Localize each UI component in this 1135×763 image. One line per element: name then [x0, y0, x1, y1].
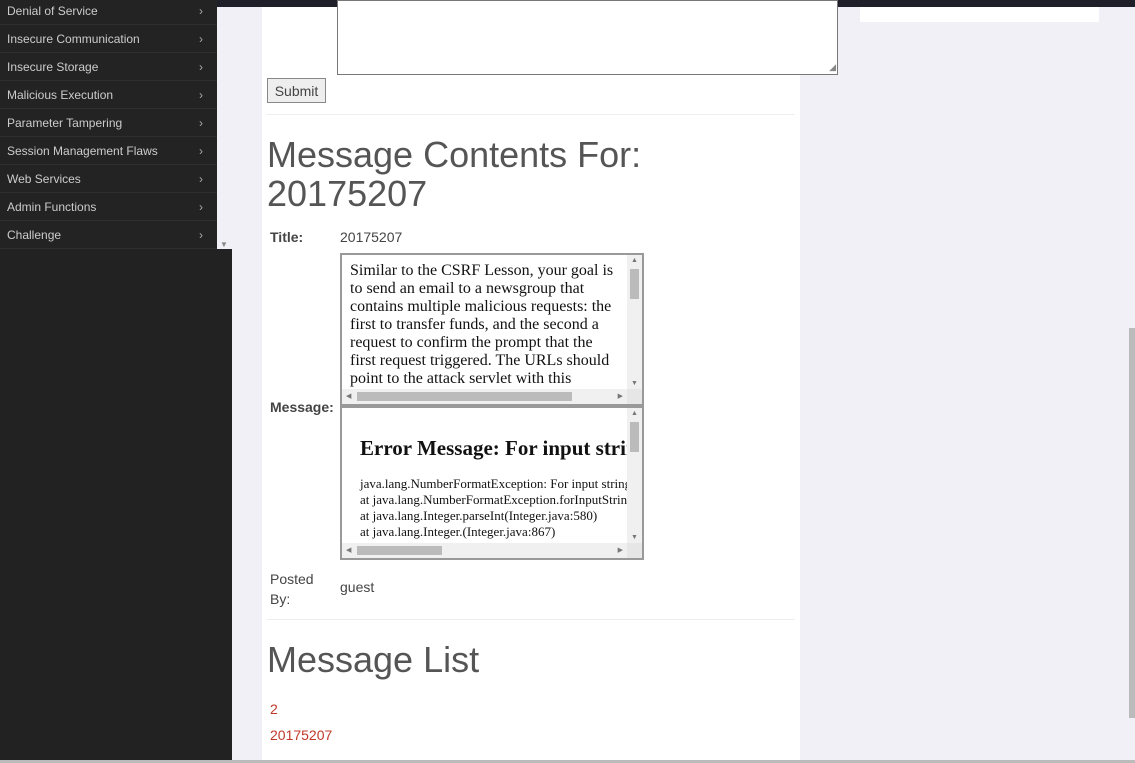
error-heading: Error Message: For input string [360, 436, 644, 460]
scroll-down-arrow-icon[interactable]: ▼ [631, 380, 638, 387]
divider [267, 619, 795, 620]
horizontal-scrollbar[interactable]: ◀ ▶ [342, 543, 627, 558]
sidebar-menu: Denial of Service › Insecure Communicatio… [0, 0, 217, 249]
sidebar-item-label: Session Management Flaws [7, 144, 158, 158]
menu-scrollbar[interactable]: ▼ [217, 7, 232, 249]
stacktrace-line: at java.lang.NumberFormatException.forIn… [360, 492, 634, 507]
vertical-scrollbar[interactable]: ▲ ▼ [627, 255, 642, 389]
chevron-right-icon: › [199, 32, 203, 46]
sidebar-item-session-management-flaws[interactable]: Session Management Flaws › [0, 137, 217, 165]
sidebar-item-denial-of-service[interactable]: Denial of Service › [0, 0, 217, 25]
divider [267, 114, 795, 115]
chevron-right-icon: › [199, 116, 203, 130]
title-label: Title: [270, 229, 304, 245]
stacktrace-line: at java.lang.Integer.parseInt(Integer.ja… [360, 508, 598, 523]
scroll-left-arrow-icon[interactable]: ◀ [346, 546, 351, 554]
stacktrace-line: at java.lang.Integer.(Integer.java:867) [360, 524, 556, 539]
title-value: 20175207 [340, 229, 403, 245]
stacktrace-line: java.lang.NumberFormatException: For inp… [360, 476, 632, 491]
sidebar-item-label: Insecure Storage [7, 60, 99, 74]
resize-grip-icon[interactable]: ◢ [829, 62, 836, 73]
scroll-left-arrow-icon[interactable]: ◀ [346, 392, 351, 400]
chevron-right-icon: › [199, 4, 203, 18]
chevron-right-icon: › [199, 172, 203, 186]
message-text: Similar to the CSRF Lesson, your goal is… [350, 262, 614, 387]
error-stacktrace: java.lang.NumberFormatException: For inp… [360, 476, 634, 540]
sidebar-item-label: Denial of Service [7, 4, 98, 18]
sidebar-item-label: Parameter Tampering [7, 116, 123, 130]
sidebar-item-web-services[interactable]: Web Services › [0, 165, 217, 193]
chevron-right-icon: › [199, 60, 203, 74]
chevron-right-icon: › [199, 88, 203, 102]
message-link[interactable]: 20175207 [270, 727, 332, 743]
message-list-heading: Message List [267, 639, 480, 680]
sidebar-item-label: Challenge [7, 228, 62, 242]
scroll-down-arrow-icon[interactable]: ▼ [220, 240, 228, 249]
chevron-right-icon: › [199, 228, 203, 242]
sidebar-item-label: Insecure Communication [7, 32, 140, 46]
message-frame[interactable]: Similar to the CSRF Lesson, your goal is… [340, 253, 644, 406]
scroll-down-arrow-icon[interactable]: ▼ [631, 534, 638, 541]
message-link[interactable]: 2 [270, 701, 278, 717]
sidebar-item-admin-functions[interactable]: Admin Functions › [0, 193, 217, 221]
vertical-scrollbar[interactable]: ▲ ▼ [627, 408, 642, 543]
message-contents-heading: Message Contents For: 20175207 [267, 134, 642, 214]
posted-by-value: guest [340, 579, 375, 595]
sidebar-item-malicious-execution[interactable]: Malicious Execution › [0, 81, 217, 109]
scroll-up-arrow-icon[interactable]: ▲ [631, 410, 638, 417]
page-scrollbar[interactable] [1129, 328, 1135, 718]
scroll-right-arrow-icon[interactable]: ▶ [618, 392, 623, 400]
message-textarea[interactable]: ◢ [337, 0, 838, 75]
sidebar-item-label: Malicious Execution [7, 88, 114, 102]
sidebar-item-insecure-storage[interactable]: Insecure Storage › [0, 53, 217, 81]
horizontal-scrollbar[interactable]: ◀ ▶ [342, 389, 627, 404]
submit-button[interactable]: Submit [267, 78, 326, 103]
chevron-right-icon: › [199, 144, 203, 158]
sidebar-item-challenge[interactable]: Challenge › [0, 221, 217, 249]
posted-by-label: Posted By: [270, 571, 314, 607]
sidebar-item-label: Web Services [7, 172, 81, 186]
sidebar-item-label: Admin Functions [7, 200, 97, 214]
sidebar-item-insecure-communication[interactable]: Insecure Communication › [0, 25, 217, 53]
sidebar: Denial of Service › Insecure Communicatio… [0, 0, 232, 760]
scroll-up-arrow-icon[interactable]: ▲ [631, 257, 638, 264]
scroll-right-arrow-icon[interactable]: ▶ [618, 546, 623, 554]
error-frame[interactable]: Error Message: For input string java.lan… [340, 406, 644, 560]
right-panel [860, 7, 1099, 22]
sidebar-item-parameter-tampering[interactable]: Parameter Tampering › [0, 109, 217, 137]
message-label: Message: [270, 399, 334, 415]
chevron-right-icon: › [199, 200, 203, 214]
